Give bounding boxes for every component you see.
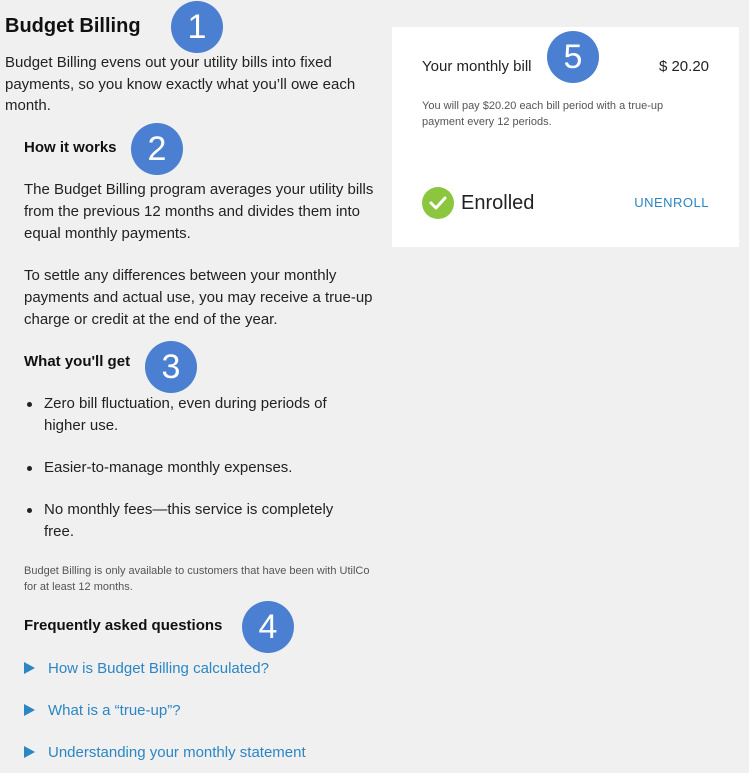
triangle-right-icon [24,704,35,716]
faq-heading: Frequently asked questions [24,617,223,634]
annotation-badge-4: 4 [242,601,294,653]
benefit-text: Zero bill fluctuation, even during perio… [44,395,327,434]
bullet-icon [27,466,32,471]
faq-list: How is Budget Billing calculated? What i… [24,656,306,773]
how-it-works-paragraph-2: To settle any differences between your m… [24,267,373,328]
bullet-icon [27,508,32,513]
faq-item-calculation[interactable]: How is Budget Billing calculated? [24,656,306,680]
faq-link[interactable]: What is a “true-up”? [48,702,181,719]
faq-link[interactable]: Understanding your monthly statement [48,744,306,761]
bullet-icon [27,402,32,407]
true-up-note: You will pay $20.20 each bill period wit… [422,100,664,128]
unenroll-button[interactable]: UNENROLL [634,195,709,210]
triangle-right-icon [24,746,35,758]
list-item: Zero bill fluctuation, even during perio… [24,393,364,437]
page-title: Budget Billing [5,15,141,37]
list-item: No monthly fees—this service is complete… [24,499,364,543]
intro-text: Budget Billing evens out your utility bi… [5,54,356,114]
annotation-badge-3: 3 [145,341,197,393]
faq-item-statement[interactable]: Understanding your monthly statement [24,740,306,764]
monthly-bill-amount: $ 20.20 [658,58,709,75]
benefit-text: Easier-to-manage monthly expenses. [44,459,293,476]
how-it-works-heading: How it works [24,139,117,156]
benefits-list: Zero bill fluctuation, even during perio… [24,393,364,563]
enrollment-status: Enrolled [461,192,535,214]
check-mark-icon [429,196,447,210]
faq-link[interactable]: How is Budget Billing calculated? [48,660,269,677]
list-item: Easier-to-manage monthly expenses. [24,457,364,479]
faq-item-true-up[interactable]: What is a “true-up”? [24,698,306,722]
eligibility-disclaimer: Budget Billing is only available to cust… [24,565,370,593]
triangle-right-icon [24,662,35,674]
annotation-badge-1: 1 [171,1,223,53]
annotation-badge-5: 5 [547,31,599,83]
annotation-badge-2: 2 [131,123,183,175]
what-you-get-heading: What you'll get [24,353,131,370]
how-it-works-paragraph-1: The Budget Billing program averages your… [24,181,374,242]
benefit-text: No monthly fees—this service is complete… [44,501,334,540]
check-circle-icon [422,187,454,219]
monthly-bill-label: Your monthly bill [422,58,532,75]
